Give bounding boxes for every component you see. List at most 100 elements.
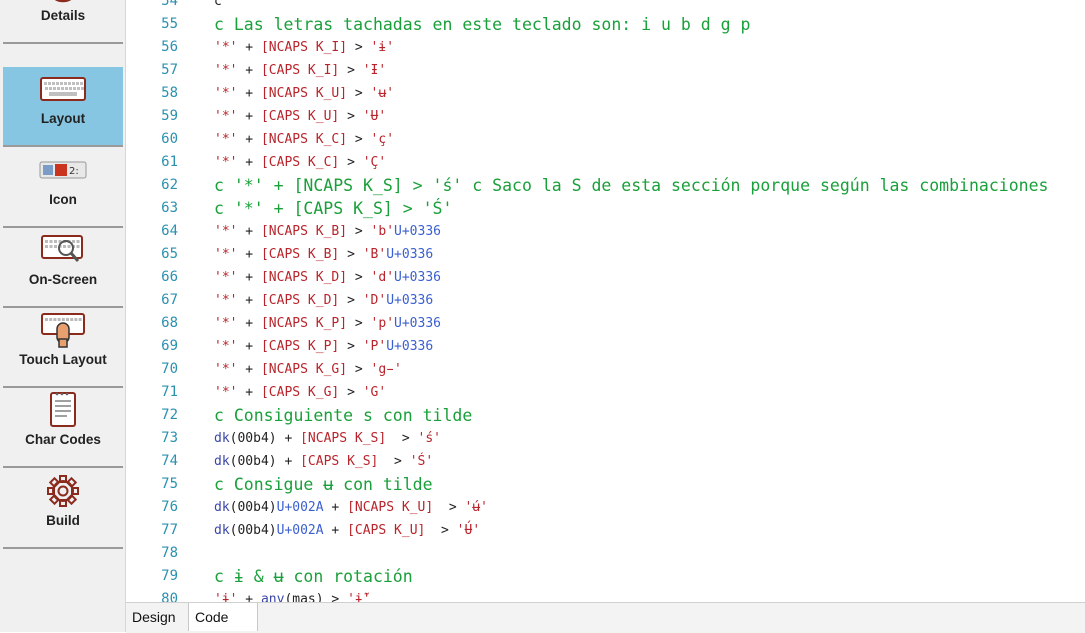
code-line[interactable]: 57 '*' + [CAPS K_I] > 'Ɨ' — [126, 59, 1085, 82]
code-line[interactable]: 69 '*' + [CAPS K_P] > 'P'U+0336 — [126, 335, 1085, 358]
code-token: U+0336 — [394, 270, 441, 285]
code-token: dk — [214, 454, 230, 469]
code-line[interactable]: 70 '*' + [NCAPS K_G] > 'g̵' — [126, 358, 1085, 381]
code-line[interactable]: 73 dk(00b4) + [NCAPS K_S] > 'ś' — [126, 427, 1085, 450]
code-token: [NCAPS K_U] — [260, 86, 348, 101]
sidebar-item-icon[interactable]: 2: Icon — [3, 148, 123, 228]
code-editor[interactable]: 54 c 55 c Las letras tachadas en este tecla… — [126, 0, 1085, 602]
code-line[interactable]: 67 '*' + [CAPS K_D] > 'D'U+0336 — [126, 289, 1085, 312]
code-line[interactable]: 79 c ɨ & ʉ con rotación — [126, 565, 1085, 588]
line-number: 76 — [161, 499, 178, 515]
code-token: + — [237, 247, 261, 262]
svg-text:2:: 2: — [69, 166, 79, 177]
code-token: 'd' — [370, 270, 395, 285]
sidebar-item-build[interactable]: Build — [3, 469, 123, 549]
code-token: + — [237, 132, 261, 147]
code-token: [CAPS K_P] — [260, 339, 340, 354]
code-line[interactable]: 55 c Las letras tachadas en este teclado … — [126, 13, 1085, 36]
sidebar-item-label: On-Screen — [28, 272, 98, 287]
sidebar-item-label: Char Codes — [25, 432, 101, 447]
line-number: 64 — [161, 223, 178, 239]
code-token: (mas) — [284, 592, 324, 602]
code-token: [CAPS K_C] — [260, 155, 340, 170]
code-line[interactable]: 75 c Consigue ʉ con tilde — [126, 473, 1085, 496]
code-token: [NCAPS K_G] — [260, 362, 348, 377]
code-token: '*' — [214, 362, 238, 377]
code-line[interactable]: 68 '*' + [NCAPS K_P] > 'p'U+0336 — [126, 312, 1085, 335]
code-text: '*' + [CAPS K_P] > 'P'U+0336 — [214, 335, 433, 358]
code-token: [NCAPS K_D] — [260, 270, 348, 285]
code-line[interactable]: 61 '*' + [CAPS K_C] > 'Ç' — [126, 151, 1085, 174]
code-text: '*' + [CAPS K_G] > 'G' — [214, 381, 386, 404]
code-line[interactable]: 58 '*' + [NCAPS K_U] > 'ʉ' — [126, 82, 1085, 105]
line-number: 59 — [161, 108, 178, 124]
code-token: > — [339, 63, 363, 78]
code-text: '*' + [CAPS K_D] > 'D'U+0336 — [214, 289, 433, 312]
code-token: + — [237, 293, 261, 308]
line-number: 79 — [161, 568, 178, 584]
code-token: > — [347, 40, 371, 55]
code-token: '*' — [214, 132, 238, 147]
code-token: U+002A — [276, 523, 324, 538]
code-line[interactable]: 76 dk(00b4)U+002A + [NCAPS K_U] > 'ʉ́' — [126, 496, 1085, 519]
code-line[interactable]: 56 '*' + [NCAPS K_I] > 'ɨ' — [126, 36, 1085, 59]
code-line[interactable]: 63 c '*' + [CAPS K_S] > 'Ś' — [126, 197, 1085, 220]
code-token: 'ʉ́' — [464, 500, 488, 515]
code-token: '*' — [214, 86, 238, 101]
code-text: '*' + [NCAPS K_I] > 'ɨ' — [214, 36, 394, 59]
sidebar-item-details[interactable]: Details — [3, 0, 123, 44]
code-token: c ɨ & ʉ con rotación — [214, 567, 413, 586]
code-line[interactable]: 59 '*' + [CAPS K_U] > 'Ʉ' — [126, 105, 1085, 128]
code-text: dk(00b4)U+002A + [NCAPS K_U] > 'ʉ́' — [214, 496, 488, 519]
code-token: + — [237, 592, 261, 602]
code-line[interactable]: 62 c '*' + [NCAPS K_S] > 'ś' c Saco la S … — [126, 174, 1085, 197]
code-token: > — [347, 316, 371, 331]
code-token: '*' — [214, 155, 238, 170]
code-token: > — [386, 431, 418, 446]
code-token: 'Ś' — [409, 454, 434, 469]
sidebar-item-label: Layout — [40, 111, 86, 126]
code-line[interactable]: 65 '*' + [CAPS K_B] > 'B'U+0336 — [126, 243, 1085, 266]
code-text: '*' + [CAPS K_B] > 'B'U+0336 — [214, 243, 433, 266]
code-token: + — [237, 40, 261, 55]
code-text: dk(00b4) + [CAPS K_S] > 'Ś' — [214, 450, 433, 473]
sidebar-item-char-codes[interactable]: Char Codes — [3, 388, 123, 468]
code-token: [CAPS K_D] — [260, 293, 340, 308]
code-token: > — [378, 454, 410, 469]
code-line[interactable]: 66 '*' + [NCAPS K_D] > 'd'U+0336 — [126, 266, 1085, 289]
touch-keyboard-icon — [3, 310, 123, 350]
code-text: '*' + [NCAPS K_P] > 'p'U+0336 — [214, 312, 441, 335]
code-token: dk — [214, 500, 230, 515]
code-token: [CAPS K_U] — [260, 109, 340, 124]
code-token: > — [339, 339, 363, 354]
code-line[interactable]: 78 — [126, 542, 1085, 565]
line-number: 67 — [161, 292, 178, 308]
code-line[interactable]: 72 c Consiguiente s con tilde — [126, 404, 1085, 427]
code-comment: c Las letras tachadas en este teclado so… — [214, 13, 750, 36]
tab-design[interactable]: Design — [126, 603, 188, 631]
code-line[interactable]: 64 '*' + [NCAPS K_B] > 'b'U+0336 — [126, 220, 1085, 243]
line-number: 63 — [161, 200, 178, 216]
code-line[interactable]: 74 dk(00b4) + [CAPS K_S] > 'Ś' — [126, 450, 1085, 473]
code-token: c — [214, 0, 222, 9]
code-token: > — [339, 109, 363, 124]
sidebar-item-label: Details — [40, 8, 86, 23]
code-line[interactable]: 77 dk(00b4)U+002A + [CAPS K_U] > 'Ʉ́' — [126, 519, 1085, 542]
sidebar-item-touch-layout[interactable]: Touch Layout — [3, 308, 123, 388]
code-line[interactable]: 80 'ɨ' + any(mas) > 'ɨ̃' — [126, 588, 1085, 602]
code-token: c '*' + [CAPS K_S] > 'Ś' — [214, 199, 453, 218]
line-number: 58 — [161, 85, 178, 101]
line-number: 56 — [161, 39, 178, 55]
code-line[interactable]: 60 '*' + [NCAPS K_C] > 'ç' — [126, 128, 1085, 151]
code-token: c Consiguiente s con tilde — [214, 406, 473, 425]
sidebar-item-on-screen[interactable]: On-Screen — [3, 228, 123, 308]
sidebar-item-layout[interactable]: Layout — [3, 67, 123, 147]
code-token: 'Ç' — [362, 155, 387, 170]
tab-code[interactable]: Code — [188, 603, 258, 631]
code-line[interactable]: 54 c — [126, 0, 1085, 13]
code-token: + — [237, 270, 261, 285]
code-token: + — [237, 109, 261, 124]
code-text: '*' + [NCAPS K_G] > 'g̵' — [214, 358, 402, 381]
code-line[interactable]: 71 '*' + [CAPS K_G] > 'G' — [126, 381, 1085, 404]
line-number: 54 — [161, 0, 178, 9]
